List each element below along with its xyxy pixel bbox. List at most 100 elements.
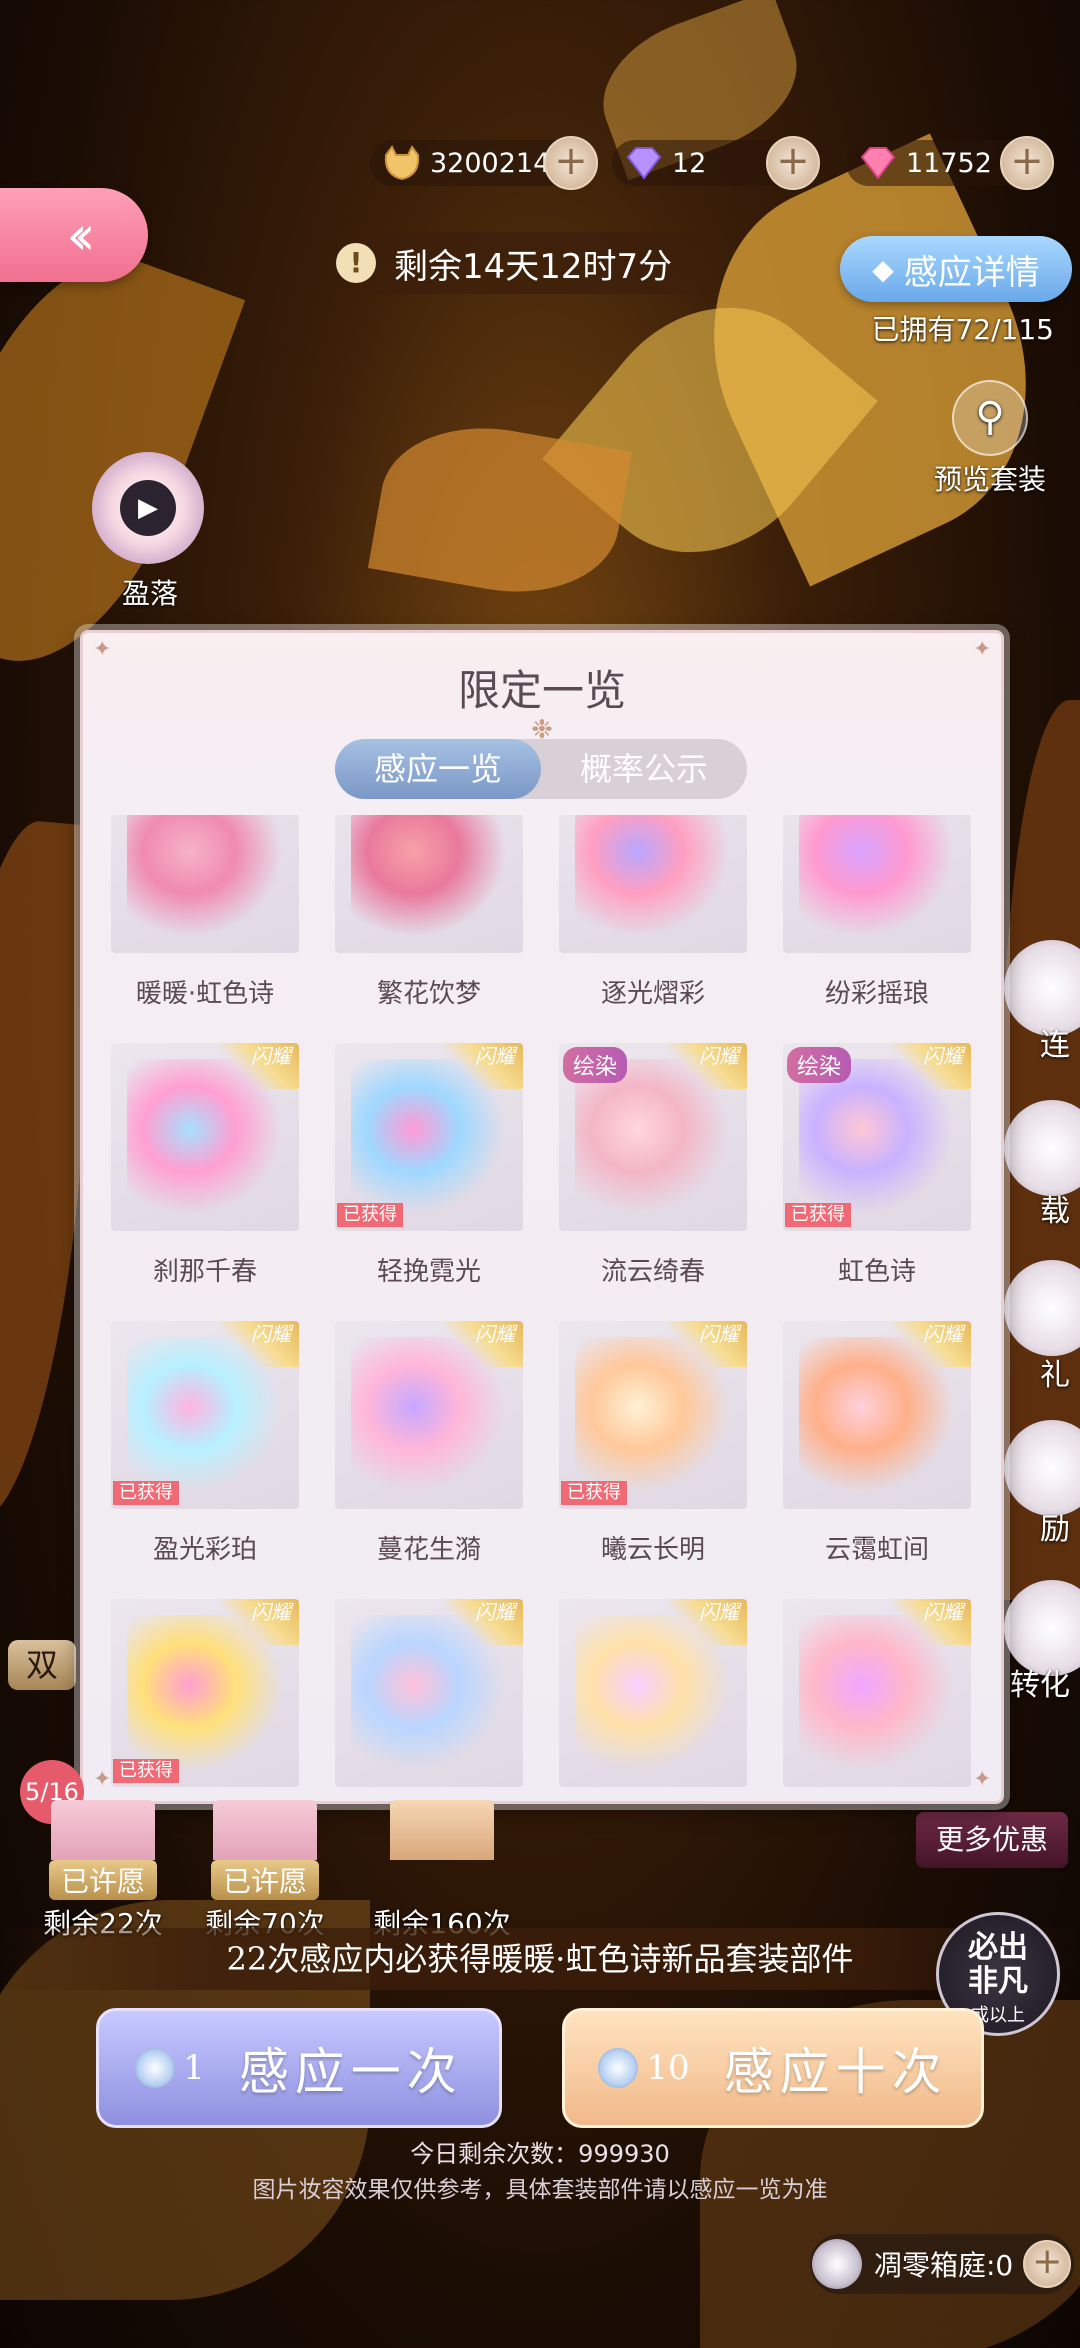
limited-overview-modal: ✦ ✦ ✦ ✦ 限定一览 ❉ 感应一览 概率公示 闪耀暖暖·虹色诗繁花饮梦逐光熠… — [80, 630, 1004, 1804]
wish-item-thumbnail — [390, 1800, 494, 1860]
wish-item[interactable]: 剩余160次 — [362, 1800, 522, 1942]
outfit-item[interactable]: 闪耀 蔓花生漪 — [335, 1321, 523, 1566]
obtained-tag: 已获得 — [113, 1759, 179, 1783]
shine-ribbon: 闪耀 — [669, 1321, 747, 1367]
preview-label: 预览套装 — [933, 463, 1046, 496]
outfit-name: 盈光彩珀 — [152, 1535, 257, 1565]
item-grid: 闪耀暖暖·虹色诗繁花饮梦逐光熠彩纷彩摇琅闪耀刹那千春闪耀已获得轻挽霓光闪耀绘染流… — [111, 815, 979, 1801]
outfit-item[interactable]: 繁花饮梦 — [335, 815, 523, 1010]
outfit-thumbnail: 闪耀 绘染 已获得 — [783, 1043, 971, 1231]
corner-deco-icon: ✦ — [93, 1767, 112, 1792]
pull-ten-cost: 10 — [646, 2048, 690, 2088]
add-garden-button[interactable]: + — [1023, 2240, 1072, 2288]
preview-outfit-button[interactable]: ⚲ 预览套装 — [920, 380, 1060, 498]
outfit-item[interactable]: 闪耀 已获得 曦云长明 — [559, 1321, 747, 1566]
shine-ribbon: 闪耀 — [221, 1321, 299, 1367]
currency-purple-diamond: 12 + — [612, 136, 820, 190]
outfit-thumbnail — [335, 815, 523, 953]
outfit-item[interactable]: 逐光熠彩 — [559, 815, 747, 1010]
outfit-name: 暖暖·虹色诗 — [135, 979, 275, 1009]
dye-tag: 绘染 — [563, 1047, 628, 1083]
side-menu-item-3[interactable]: 礼 — [1040, 1350, 1070, 1394]
diamond-icon: ◆ — [872, 252, 894, 286]
side-menu-item-2[interactable]: 载 — [1040, 1186, 1070, 1230]
outfit-art — [351, 815, 507, 937]
currency-pink-diamond: 11752 + — [846, 136, 1054, 190]
obtained-tag: 已获得 — [337, 1203, 403, 1227]
shine-ribbon: 闪耀 — [669, 1599, 747, 1645]
outfit-item[interactable]: 闪耀 绘染 已获得 虹色诗 — [783, 1043, 971, 1288]
seal-line2: 非凡 — [968, 1964, 1028, 1999]
tab-overview[interactable]: 感应一览 — [335, 739, 541, 799]
outfit-item[interactable]: 闪耀 绘染流云绮春 — [559, 1043, 747, 1288]
crystal-ball-icon — [812, 2239, 862, 2289]
play-video-button[interactable]: ▶ — [92, 452, 204, 564]
side-menu-item-5[interactable]: 转化 — [1010, 1660, 1070, 1704]
wish-item-thumbnail — [213, 1800, 317, 1860]
outfit-thumbnail — [559, 815, 747, 953]
shine-ribbon: 闪耀 — [893, 1043, 971, 1089]
outfit-name: 流云绮春 — [600, 1257, 705, 1287]
back-button[interactable]: ‹‹ — [0, 188, 148, 282]
add-pink-diamond-button[interactable]: + — [1000, 136, 1054, 190]
outfit-item[interactable]: 闪耀 已获得 盈光彩珀 — [111, 1321, 299, 1566]
outfit-name: 蔓花生漪 — [376, 1535, 481, 1565]
play-label: 盈落 — [121, 577, 178, 610]
pull-ten-button[interactable]: 10 感应十次 — [562, 2008, 984, 2128]
exclamation-icon: ! — [336, 243, 376, 283]
more-deals-button[interactable]: 更多优惠 — [916, 1812, 1068, 1868]
outfit-name: 刹那千春 — [152, 1257, 257, 1287]
outfit-item[interactable]: 闪耀 已获得 — [111, 1599, 299, 1801]
obtained-tag: 已获得 — [561, 1481, 627, 1505]
purple-diamond-icon — [624, 145, 664, 181]
side-menu-item-4[interactable]: 励 — [1040, 1504, 1070, 1548]
pink-diamond-icon — [858, 145, 898, 181]
shine-ribbon: 闪耀 — [221, 1043, 299, 1089]
search-icon: ⚲ — [952, 380, 1028, 456]
play-icon: ▶ — [120, 480, 176, 536]
side-menu-item-1[interactable]: 连 — [1040, 1020, 1070, 1064]
outfit-name: 繁花饮梦 — [376, 979, 481, 1009]
add-purple-diamond-button[interactable]: + — [766, 136, 820, 190]
detail-button-label: 感应详情 — [903, 252, 1040, 293]
wish-status: 已许愿 — [210, 1860, 319, 1900]
outfit-name: 云霭虹间 — [824, 1535, 929, 1565]
outfit-item[interactable]: 纷彩摇琅 — [783, 815, 971, 1010]
outfit-thumbnail: 闪耀 — [783, 1321, 971, 1509]
garden-label: 凋零箱庭:0 — [874, 2249, 1014, 2282]
pink-diamond-amount: 11752 — [906, 147, 992, 179]
pull-once-cost: 1 — [183, 2048, 205, 2088]
outfit-thumbnail: 闪耀 绘染 — [559, 1043, 747, 1231]
wish-item-thumbnail — [51, 1800, 155, 1860]
outfit-thumbnail: 闪耀 — [783, 1599, 971, 1787]
withered-garden[interactable]: 凋零箱庭:0 + — [810, 2234, 1074, 2294]
shine-ribbon: 闪耀 — [445, 1043, 523, 1089]
double-button[interactable]: 双 — [8, 1640, 76, 1690]
outfit-thumbnail: 闪耀 — [559, 1599, 747, 1787]
wish-item[interactable]: 已许愿 剩余22次 — [38, 1800, 168, 1942]
shine-ribbon: 闪耀 — [669, 1043, 747, 1089]
pull-once-button[interactable]: 1 感应一次 — [96, 2008, 502, 2128]
double-chevron-left-icon: ‹‹ — [66, 203, 95, 267]
outfit-thumbnail: 闪耀 — [335, 1599, 523, 1787]
outfit-item[interactable]: 闪耀 — [783, 1599, 971, 1801]
outfit-art — [575, 815, 731, 937]
outfit-item[interactable]: 闪耀刹那千春 — [111, 1043, 299, 1288]
tab-probability[interactable]: 概率公示 — [541, 739, 747, 799]
add-gold-button[interactable]: + — [544, 136, 598, 190]
wish-item[interactable]: 已许愿 剩余70次 — [200, 1800, 330, 1942]
outfit-item[interactable]: 闪耀暖暖·虹色诗 — [111, 815, 299, 1010]
outfit-item[interactable]: 闪耀 — [559, 1599, 747, 1801]
outfit-item[interactable]: 闪耀 — [335, 1599, 523, 1801]
shine-ribbon: 闪耀 — [445, 1599, 523, 1645]
outfit-item[interactable]: 闪耀 云霭虹间 — [783, 1321, 971, 1566]
timer-text: 剩余14天12时7分 — [394, 246, 673, 287]
outfit-item[interactable]: 闪耀 已获得 轻挽霓光 — [335, 1043, 523, 1288]
detail-button[interactable]: ◆ 感应详情 — [840, 236, 1072, 302]
outfit-thumbnail: 闪耀 已获得 — [111, 1599, 299, 1787]
wish-status: 已许愿 — [48, 1860, 157, 1900]
event-timer: ! 剩余14天12时7分 — [336, 232, 716, 294]
purple-diamond-amount: 12 — [672, 147, 707, 179]
dye-tag: 绘染 — [787, 1047, 852, 1083]
currency-gold: 32002148 + — [370, 136, 598, 190]
